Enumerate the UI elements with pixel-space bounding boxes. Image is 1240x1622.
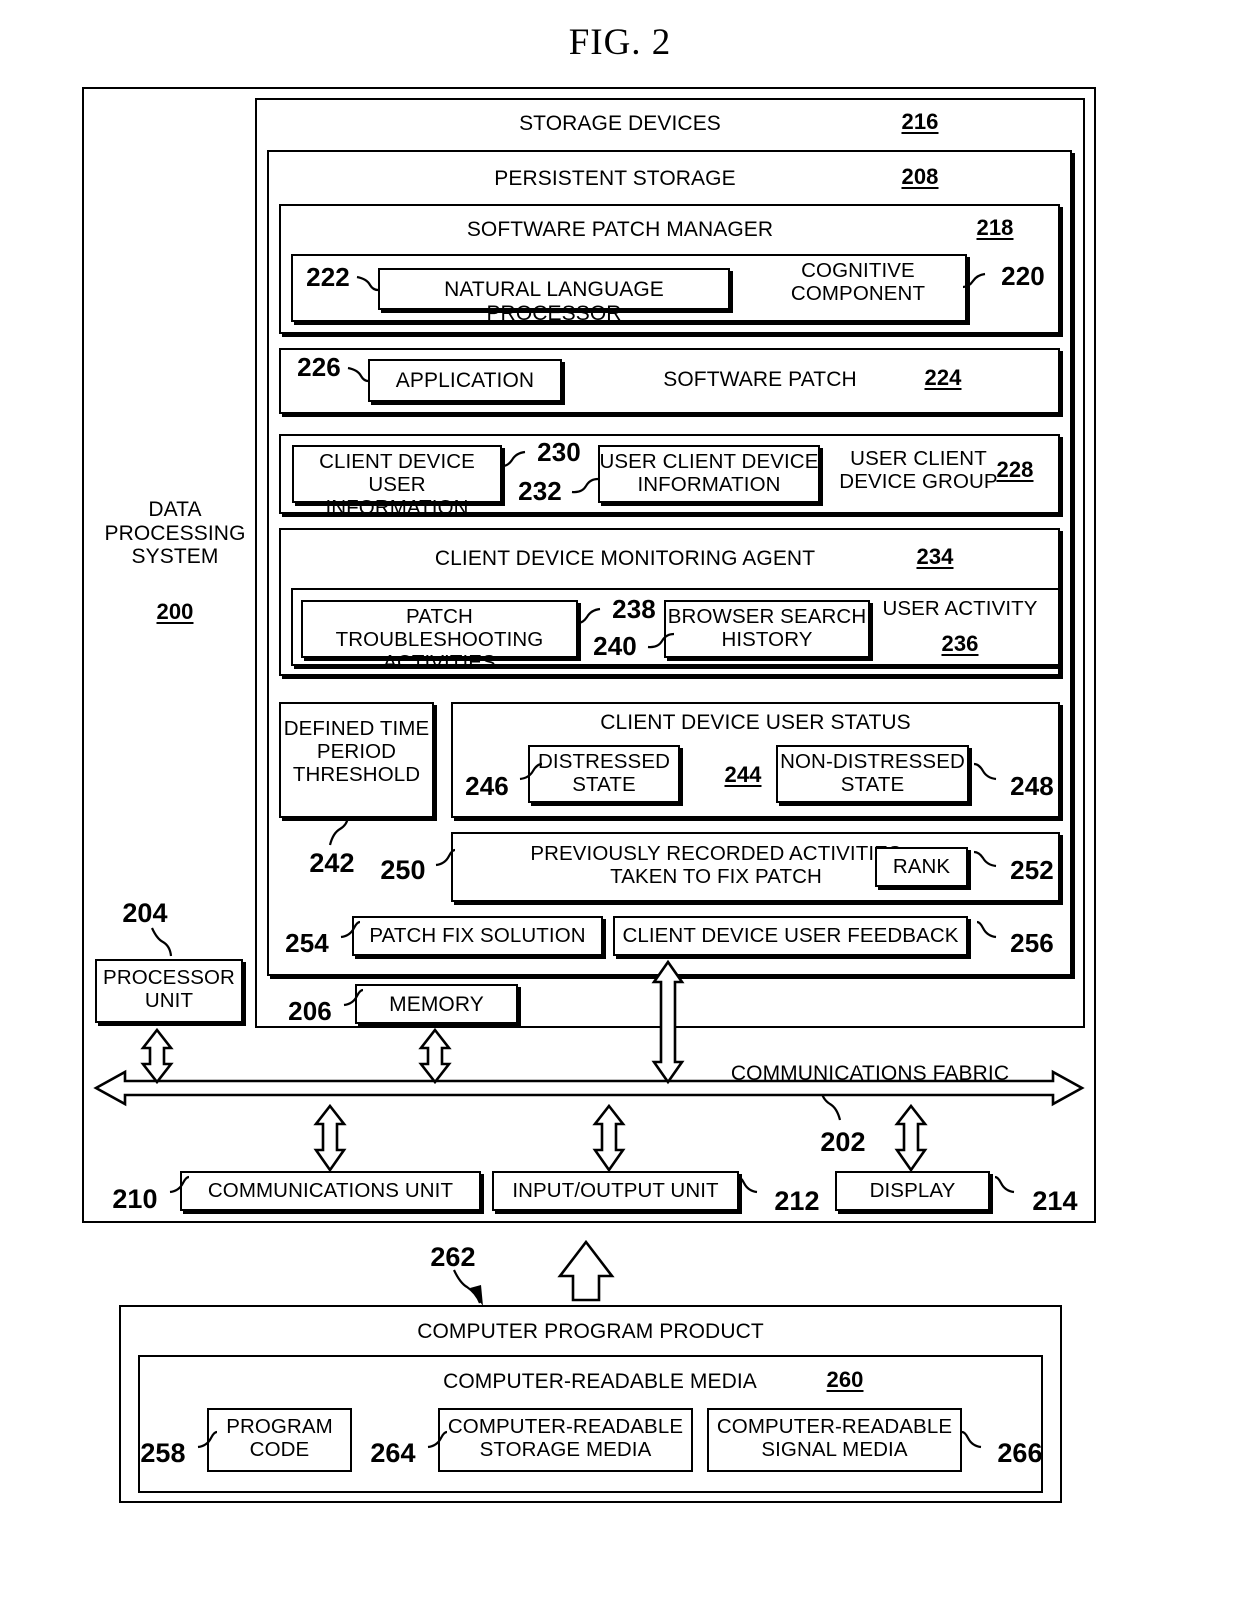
previously-recorded-activities-ref: 250 [380, 855, 426, 885]
communications-unit-label: COMMUNICATIONS UNIT [207, 1179, 454, 1202]
user-activity-label: USER ACTIVITY [882, 597, 1038, 620]
cognitive-component-label: COGNITIVE COMPONENT [790, 259, 926, 305]
software-patch-manager-ref: 218 [976, 215, 1014, 240]
computer-readable-media-ref: 260 [826, 1367, 864, 1392]
client-device-monitoring-agent-ref: 234 [916, 544, 954, 569]
display-label: DISPLAY [869, 1179, 956, 1202]
program-code-ref: 258 [140, 1438, 186, 1468]
client-device-user-information-label: CLIENT DEVICE USER INFORMATION [319, 450, 475, 519]
persistent-storage-ref: 208 [901, 164, 939, 189]
client-device-user-feedback-ref: 256 [1010, 928, 1054, 958]
processor-unit-ref: 204 [122, 898, 168, 928]
computer-program-product-label: COMPUTER PROGRAM PRODUCT [417, 1320, 764, 1343]
communications-fabric-ref: 202 [820, 1127, 866, 1157]
distressed-state-ref: 246 [465, 771, 509, 801]
browser-search-history-label: BROWSER SEARCH HISTORY [667, 605, 867, 651]
user-client-device-group-ref: 228 [996, 457, 1034, 482]
storage-devices-label: STORAGE DEVICES [519, 112, 721, 135]
non-distressed-state-ref: 248 [1010, 771, 1054, 801]
software-patch-ref: 224 [924, 365, 962, 390]
user-client-device-information-label: USER CLIENT DEVICE INFORMATION [599, 450, 819, 496]
computer-readable-media-label: COMPUTER-READABLE MEDIA [443, 1370, 757, 1393]
computer-readable-signal-media-ref: 266 [997, 1438, 1043, 1468]
processor-unit-label: PROCESSOR UNIT [103, 966, 235, 1012]
figure-title: FIG. 2 [568, 22, 672, 63]
patch-troubleshooting-activities-ref: 238 [612, 594, 656, 624]
user-activity-ref: 236 [941, 631, 979, 656]
data-processing-system-label: DATA PROCESSING SYSTEM [104, 498, 246, 569]
client-device-user-information-ref: 230 [537, 437, 581, 467]
patch-troubleshooting-activities-label: PATCH TROUBLESHOOTING ACTIVITIES [335, 605, 544, 674]
patch-fix-solution-ref: 254 [285, 928, 329, 958]
distressed-state-label: DISTRESSED STATE [538, 750, 670, 796]
computer-readable-storage-media-ref: 264 [370, 1438, 416, 1468]
storage-devices-ref: 216 [901, 109, 939, 134]
application-label: APPLICATION [395, 369, 535, 392]
client-device-user-feedback-label: CLIENT DEVICE USER FEEDBACK [622, 924, 959, 947]
defined-time-period-threshold-ref: 242 [309, 848, 355, 878]
user-client-device-information-ref: 232 [518, 476, 562, 506]
program-code-label: PROGRAM CODE [226, 1415, 333, 1461]
client-device-monitoring-agent-label: CLIENT DEVICE MONITORING AGENT [434, 547, 816, 570]
data-processing-system-ref: 200 [156, 599, 194, 624]
natural-language-processor-label: NATURAL LANGUAGE PROCESSOR [444, 278, 664, 325]
display-ref: 214 [1032, 1186, 1078, 1216]
memory-label: MEMORY [389, 993, 484, 1016]
defined-time-period-threshold-label: DEFINED TIME PERIOD THRESHOLD [283, 717, 430, 786]
rank-label: RANK [892, 855, 951, 878]
computer-program-product-ref: 262 [430, 1242, 476, 1272]
cognitive-component-ref: 220 [1001, 261, 1045, 291]
patch-fix-solution-label: PATCH FIX SOLUTION [369, 924, 586, 947]
memory-ref: 206 [288, 996, 332, 1026]
input-output-unit-ref: 212 [774, 1186, 820, 1216]
persistent-storage-label: PERSISTENT STORAGE [494, 167, 736, 190]
non-distressed-state-label: NON-DISTRESSED STATE [780, 750, 965, 796]
rank-ref: 252 [1010, 855, 1054, 885]
communications-unit-ref: 210 [112, 1184, 158, 1214]
browser-search-history-ref: 240 [593, 631, 637, 661]
software-patch-manager-label: SOFTWARE PATCH MANAGER [466, 218, 774, 241]
computer-readable-signal-media-label: COMPUTER-READABLE SIGNAL MEDIA [716, 1415, 953, 1461]
natural-language-processor-ref: 222 [306, 262, 350, 292]
application-ref: 226 [297, 352, 341, 382]
client-device-user-status-label: CLIENT DEVICE USER STATUS [600, 711, 911, 734]
computer-readable-storage-media-label: COMPUTER-READABLE STORAGE MEDIA [447, 1415, 684, 1461]
communications-fabric-label: COMMUNICATIONS FABRIC [730, 1062, 1010, 1085]
input-output-unit-label: INPUT/OUTPUT UNIT [512, 1179, 719, 1202]
software-patch-label: SOFTWARE PATCH [663, 368, 857, 391]
